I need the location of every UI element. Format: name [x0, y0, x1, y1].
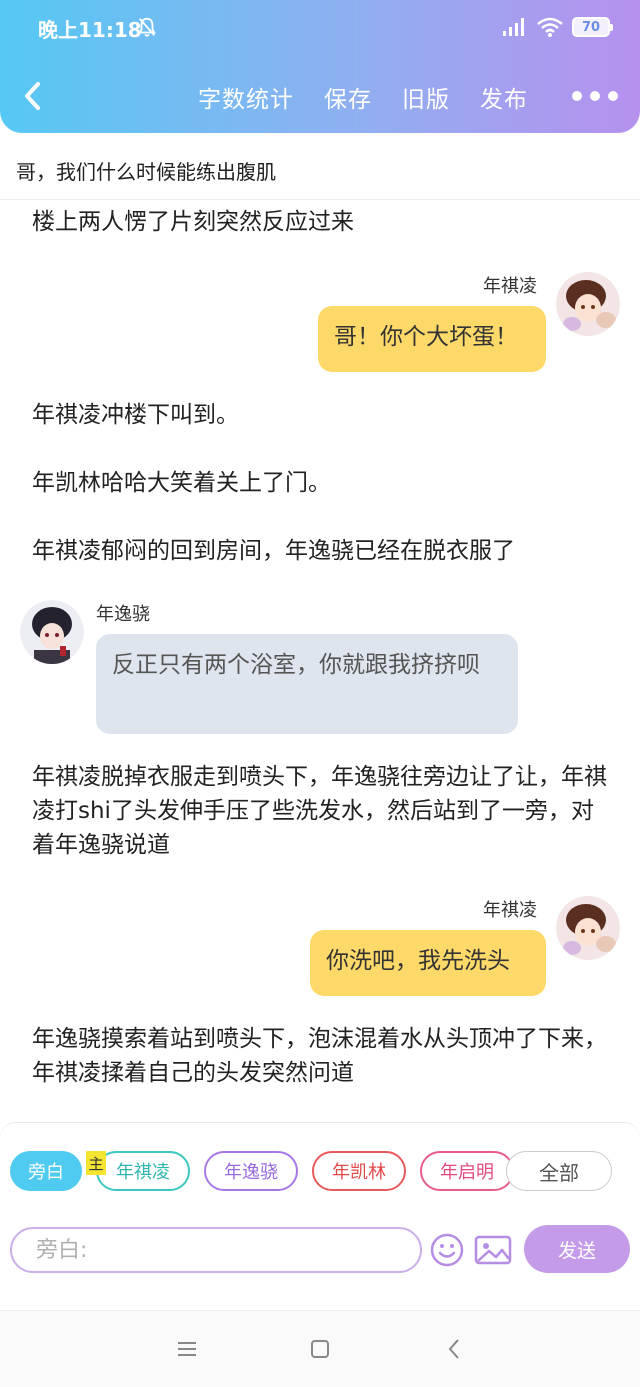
message-input[interactable] — [12, 1229, 420, 1271]
message-input-wrapper — [10, 1227, 422, 1273]
character-chip[interactable]: 年凯林 — [312, 1151, 406, 1191]
narration-4[interactable]: 年祺凌郁闷的回到房间，年逸骁已经在脱衣服了 — [32, 534, 612, 568]
menu-icon[interactable] — [176, 1339, 198, 1359]
battery-icon: 70 — [572, 17, 613, 37]
status-bar: 晚上11:18 70 — [0, 0, 640, 56]
home-icon[interactable] — [310, 1339, 330, 1359]
save-button[interactable]: 保存 — [324, 80, 372, 114]
avatar-nian-yixiao[interactable] — [20, 600, 84, 664]
narration-2[interactable]: 年祺凌冲楼下叫到。 — [32, 398, 612, 432]
narration-1[interactable]: 楼上两人愣了片刻突然反应过来 — [32, 205, 612, 239]
wifi-icon — [537, 17, 563, 37]
story-title[interactable]: 哥，我们什么时候能练出腹肌 — [16, 156, 276, 185]
dialog-bubble-right[interactable]: 你洗吧，我先洗头 — [310, 930, 546, 996]
narration-3[interactable]: 年凯林哈哈大笑着关上了门。 — [32, 466, 612, 500]
narration-6[interactable]: 年逸骁摸索着站到喷头下，泡沫混着水从头顶冲了下来，年祺凌揉着自己的头发突然问道 — [32, 1022, 612, 1090]
signal-icon — [503, 18, 524, 36]
character-chip[interactable]: 年祺凌 — [96, 1151, 190, 1191]
character-chip[interactable]: 年逸骁 — [204, 1151, 298, 1191]
dialog-bubble-left[interactable]: 反正只有两个浴室，你就跟我挤挤呗 — [96, 634, 518, 734]
system-nav-bar — [0, 1310, 640, 1387]
bell-muted-icon — [137, 17, 157, 37]
status-time: 晚上11:18 — [38, 18, 142, 42]
character-chip-narrator[interactable]: 旁白 — [10, 1151, 82, 1191]
composer-panel: 旁白 年祺凌 主 年逸骁 年凯林 年启明 全部 发送 — [0, 1122, 640, 1288]
nav-actions: 字数统计 保存 旧版 发布 — [198, 80, 528, 114]
image-icon[interactable] — [474, 1233, 512, 1267]
story-title-bar: 哥，我们什么时候能练出腹肌 — [0, 146, 640, 200]
app-header: 晚上11:18 70 字数统计 保存 旧版 发布 — [0, 0, 640, 133]
nav-bar: 字数统计 保存 旧版 发布 — [0, 70, 640, 124]
narration-5[interactable]: 年祺凌脱掉衣服走到喷头下，年逸骁往旁边让了让，年祺凌打shi了头发伸手压了些洗发… — [32, 760, 612, 862]
speaker-name: 年祺凌 — [483, 276, 537, 297]
battery-level: 70 — [581, 19, 601, 35]
dialog-bubble-right[interactable]: 哥！你个大坏蛋！ — [318, 306, 546, 372]
character-chip[interactable]: 年启明 — [420, 1151, 514, 1191]
speaker-name: 年逸骁 — [96, 604, 150, 625]
send-button[interactable]: 发送 — [524, 1225, 630, 1273]
main-character-badge: 主 — [86, 1151, 106, 1175]
back-arrow-icon[interactable] — [20, 80, 46, 112]
all-characters-button[interactable]: 全部 — [506, 1151, 612, 1191]
old-version-button[interactable]: 旧版 — [402, 80, 450, 114]
avatar-nian-qiling[interactable] — [556, 272, 620, 336]
avatar-nian-qiling[interactable] — [556, 896, 620, 960]
speaker-name: 年祺凌 — [483, 900, 537, 921]
system-back-icon[interactable] — [446, 1337, 462, 1361]
publish-button[interactable]: 发布 — [480, 80, 528, 114]
more-icon[interactable] — [570, 86, 620, 106]
status-indicators: 70 — [502, 16, 613, 38]
emoji-icon[interactable] — [430, 1233, 464, 1267]
word-count-button[interactable]: 字数统计 — [198, 80, 294, 114]
